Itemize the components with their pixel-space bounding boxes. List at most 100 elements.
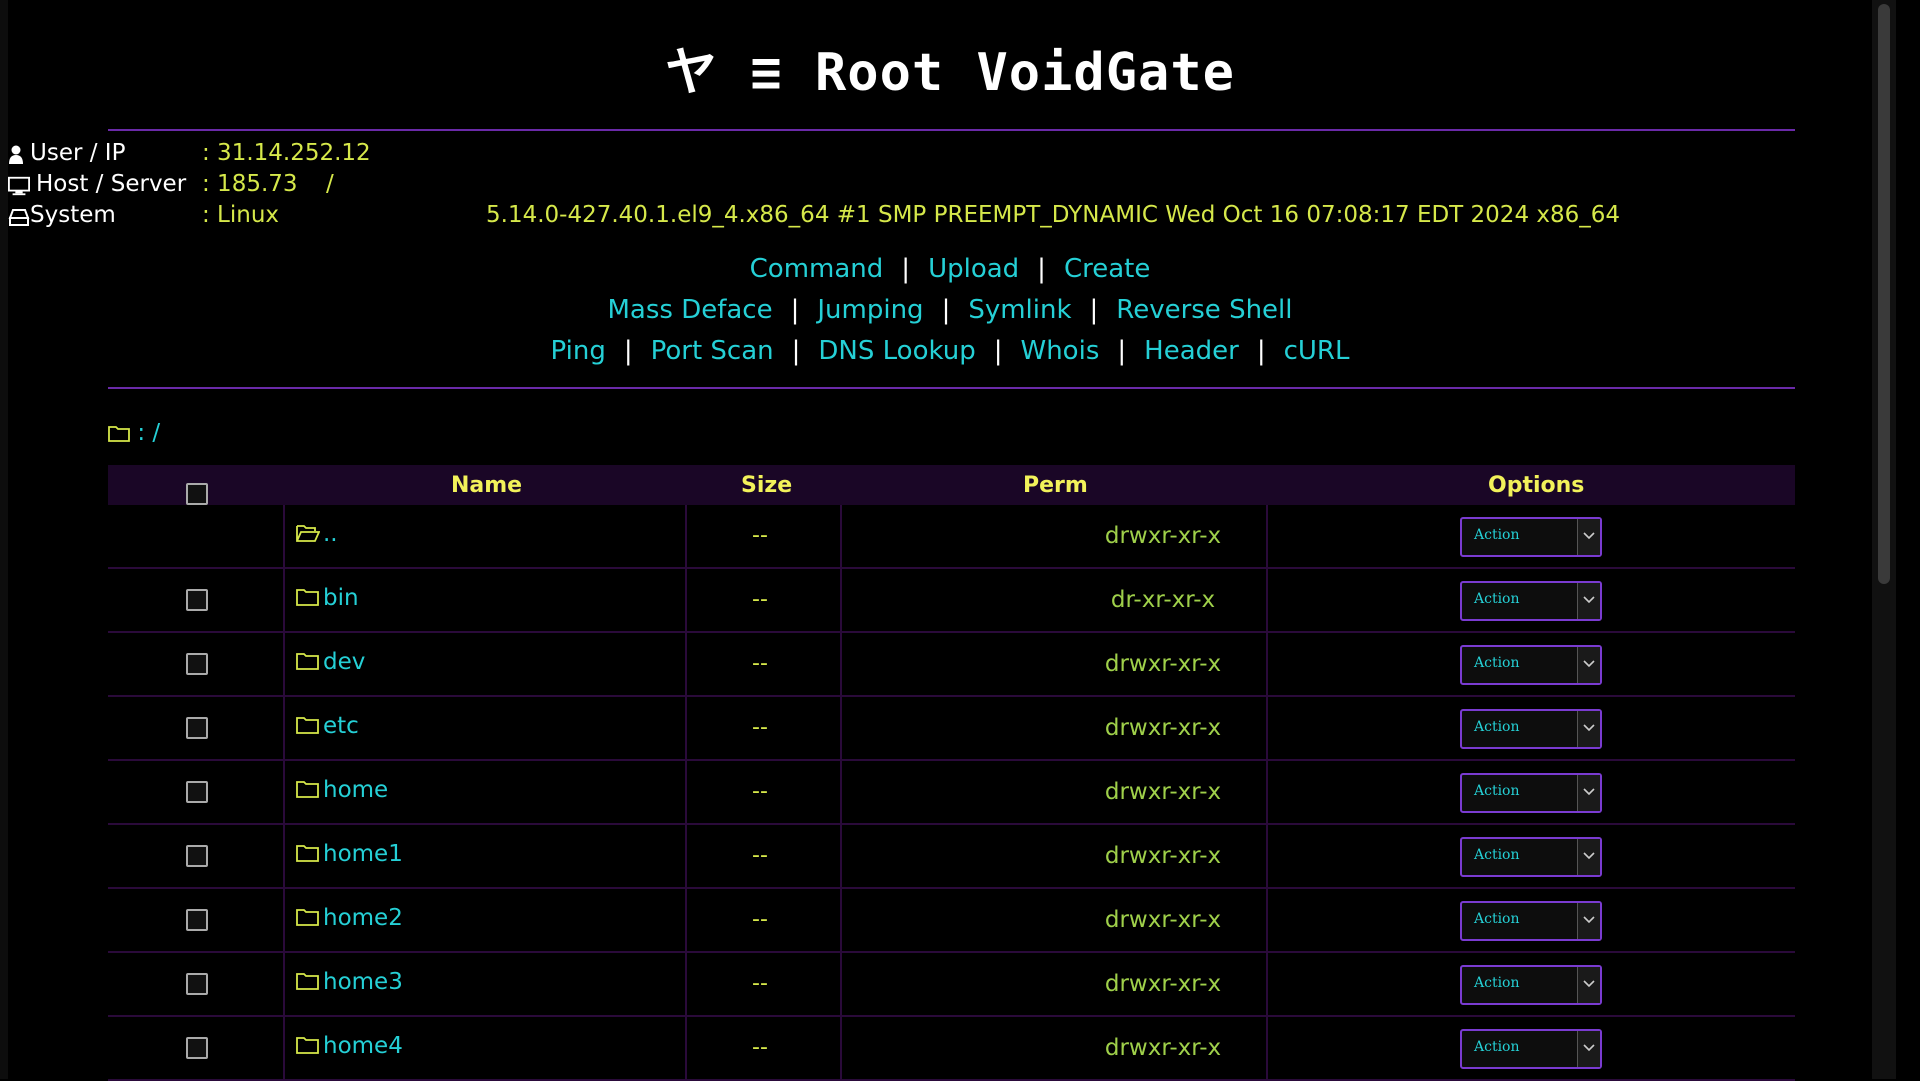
info-row-system: System : Linux 5.14.0-427.40.1.el9_4.x86… [8, 202, 1708, 233]
table-row: home1 -- drwxr-xr-x Action [108, 825, 1795, 889]
chevron-down-icon[interactable] [1577, 647, 1600, 683]
file-name[interactable]: home4 [296, 1033, 403, 1059]
file-name-text[interactable]: etc [323, 713, 359, 739]
action-select[interactable]: Action [1460, 709, 1602, 749]
select-all-checkbox[interactable] [186, 483, 208, 505]
action-select[interactable]: Action [1460, 837, 1602, 877]
nav-dns-lookup[interactable]: DNS Lookup [818, 336, 975, 366]
chevron-down-icon[interactable] [1577, 1031, 1600, 1067]
nav-row-2: Mass Deface | Jumping | Symlink | Reverse Shel… [0, 295, 1900, 325]
nav-jumping[interactable]: Jumping [817, 295, 923, 325]
nav-mass-deface[interactable]: Mass Deface [607, 295, 772, 325]
nav-whois[interactable]: Whois [1021, 336, 1100, 366]
action-select-text: Action [1474, 527, 1520, 543]
select-all-cell[interactable] [186, 475, 208, 505]
cell-separator [685, 569, 687, 631]
file-perm[interactable]: drwxr-xr-x [998, 779, 1328, 805]
row-checkbox[interactable] [186, 909, 208, 931]
file-perm[interactable]: drwxr-xr-x [998, 907, 1328, 933]
nav-separator: | [1089, 295, 1099, 325]
nav-symlink[interactable]: Symlink [968, 295, 1071, 325]
file-name-text[interactable]: .. [323, 521, 338, 547]
row-checkbox[interactable] [186, 653, 208, 675]
cell-separator [283, 569, 285, 631]
user-ip-value: : 31.14.252.12 [202, 140, 371, 166]
table-row: home3 -- drwxr-xr-x Action [108, 953, 1795, 1017]
chevron-down-icon[interactable] [1577, 967, 1600, 1003]
row-checkbox[interactable] [186, 589, 208, 611]
nav-separator: | [993, 336, 1003, 366]
action-select[interactable]: Action [1460, 1029, 1602, 1069]
scrollbar[interactable] [1872, 0, 1896, 1079]
nav-reverse-shell[interactable]: Reverse Shell [1116, 295, 1292, 325]
file-name[interactable]: bin [296, 585, 359, 611]
nav-port-scan[interactable]: Port Scan [651, 336, 774, 366]
row-checkbox[interactable] [186, 781, 208, 803]
action-select[interactable]: Action [1460, 517, 1602, 557]
folder-open-icon [296, 525, 320, 542]
page-title: ヤ ≡ Root VoidGate [665, 43, 1235, 103]
cell-separator [283, 761, 285, 823]
chevron-down-icon[interactable] [1577, 711, 1600, 747]
file-perm[interactable]: drwxr-xr-x [998, 651, 1328, 677]
nav-separator: | [1256, 336, 1266, 366]
nav-header[interactable]: Header [1144, 336, 1239, 366]
file-name[interactable]: home3 [296, 969, 403, 995]
file-name-text[interactable]: bin [323, 585, 359, 611]
action-select-text: Action [1474, 655, 1520, 671]
action-select[interactable]: Action [1460, 773, 1602, 813]
row-checkbox[interactable] [186, 973, 208, 995]
file-name[interactable]: .. [296, 521, 338, 547]
action-select[interactable]: Action [1460, 965, 1602, 1005]
file-size: -- [752, 587, 768, 612]
file-perm[interactable]: drwxr-xr-x [998, 715, 1328, 741]
chevron-down-icon[interactable] [1577, 775, 1600, 811]
cell-separator [685, 825, 687, 887]
cell-separator [685, 1017, 687, 1079]
chevron-down-icon[interactable] [1577, 519, 1600, 555]
file-name-text[interactable]: home [323, 777, 388, 803]
action-select[interactable]: Action [1460, 901, 1602, 941]
file-name[interactable]: home [296, 777, 388, 803]
file-name-text[interactable]: home1 [323, 841, 403, 867]
table-body: .. -- drwxr-xr-x Action bin -- dr-xr-xr-x Actio… [108, 505, 1795, 1081]
nav-separator: | [791, 336, 801, 366]
chevron-down-icon[interactable] [1577, 583, 1600, 619]
file-name-text[interactable]: home3 [323, 969, 403, 995]
path-root-link[interactable]: : / [137, 420, 160, 446]
file-perm[interactable]: drwxr-xr-x [998, 523, 1328, 549]
nav-separator: | [901, 254, 911, 284]
file-size: -- [752, 779, 768, 804]
file-perm[interactable]: drwxr-xr-x [998, 843, 1328, 869]
nav-command[interactable]: Command [750, 254, 884, 284]
chevron-down-icon[interactable] [1577, 903, 1600, 939]
row-checkbox[interactable] [186, 845, 208, 867]
table-row: etc -- drwxr-xr-x Action [108, 697, 1795, 761]
action-select[interactable]: Action [1460, 645, 1602, 685]
file-size: -- [752, 971, 768, 996]
cell-separator [840, 953, 842, 1015]
action-select-text: Action [1474, 591, 1520, 607]
nav-ping[interactable]: Ping [551, 336, 606, 366]
file-size: -- [752, 907, 768, 932]
row-checkbox[interactable] [186, 1037, 208, 1059]
file-perm[interactable]: drwxr-xr-x [998, 971, 1328, 997]
file-name[interactable]: dev [296, 649, 365, 675]
file-name-text[interactable]: home2 [323, 905, 403, 931]
cell-separator [685, 633, 687, 695]
action-select-text: Action [1474, 1039, 1520, 1055]
chevron-down-icon[interactable] [1577, 839, 1600, 875]
file-name-text[interactable]: home4 [323, 1033, 403, 1059]
file-name[interactable]: home2 [296, 905, 403, 931]
row-checkbox[interactable] [186, 717, 208, 739]
file-perm[interactable]: drwxr-xr-x [998, 1035, 1328, 1061]
scrollbar-thumb[interactable] [1878, 4, 1890, 584]
action-select[interactable]: Action [1460, 581, 1602, 621]
file-name[interactable]: home1 [296, 841, 403, 867]
nav-upload[interactable]: Upload [928, 254, 1019, 284]
file-name-text[interactable]: dev [323, 649, 365, 675]
file-perm[interactable]: dr-xr-xr-x [998, 587, 1328, 613]
nav-curl[interactable]: cURL [1284, 336, 1350, 366]
nav-create[interactable]: Create [1064, 254, 1150, 284]
file-name[interactable]: etc [296, 713, 359, 739]
